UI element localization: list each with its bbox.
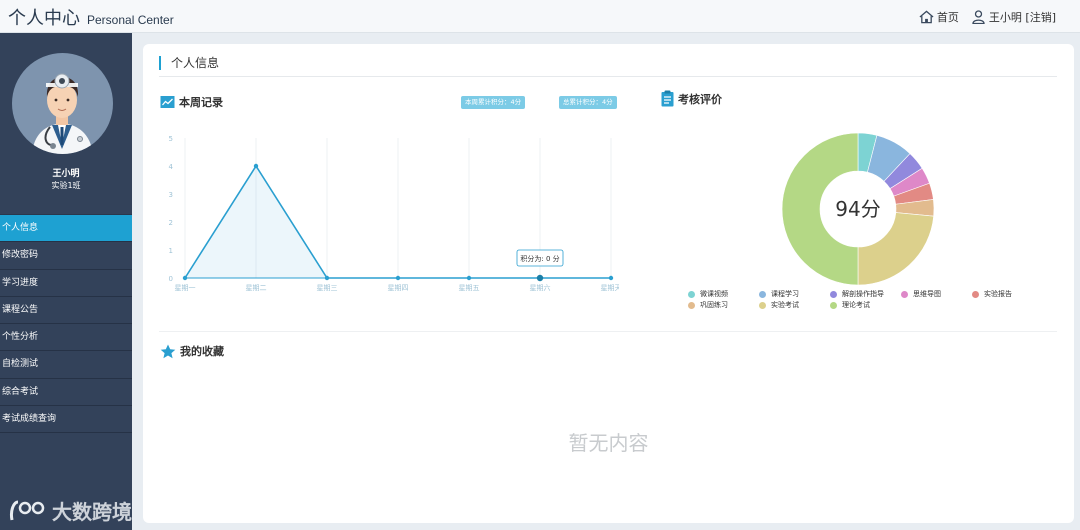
main-card: 个人信息 本周记录 本周累计积分：4分 总累计积分：4分 0 1 2 3 4 5 星期一 星期… <box>143 44 1074 523</box>
assessment-title: 考核评价 <box>678 92 722 106</box>
home-icon <box>919 10 934 24</box>
profile-name: 王小明 <box>52 169 80 179</box>
title-divider <box>159 76 1057 77</box>
legend-item[interactable]: 解剖操作指导 <box>830 289 884 299</box>
data-point <box>182 275 188 281</box>
sidebar-menu: 个人信息 修改密码 学习进度 课程公告 个性分析 自检测试 综合考试 考试成绩查… <box>0 214 132 434</box>
legend-label: 课程学习 <box>771 290 799 298</box>
watermark: 大数跨境 <box>8 496 132 525</box>
legend-item[interactable]: 思维导图 <box>901 289 941 299</box>
legend-swatch <box>688 301 695 309</box>
home-link[interactable]: 首页 <box>919 9 959 25</box>
x-tick-label: 星期一 <box>175 284 196 292</box>
y-tick-label: 3 <box>169 191 173 199</box>
favorites-header: 我的收藏 <box>160 343 224 359</box>
legend-swatch <box>759 301 766 309</box>
x-tick-label: 星期天 <box>601 284 620 292</box>
weekly-record-title: 本周记录 <box>179 96 223 109</box>
sidebar: 王小明 实验1班 个人信息 修改密码 学习进度 课程公告 个性分析 自检测试 综… <box>0 33 132 530</box>
sidebar-item-change-password[interactable]: 修改密码 <box>0 242 132 270</box>
donut-slice <box>857 212 934 286</box>
x-tick-label: 星期三 <box>317 284 338 292</box>
legend-swatch <box>830 290 837 298</box>
weekly-record-header: 本周记录 <box>160 94 223 110</box>
weekly-line-chart: 0 1 2 3 4 5 星期一 星期二 星期三 星期四 星期五 星期六 星期天 积分为: 0 分 <box>169 135 620 292</box>
profile-class: 实验1班 <box>51 181 81 190</box>
data-point <box>608 275 614 281</box>
page-subtitle: Personal Center <box>87 13 174 27</box>
legend-swatch <box>759 290 766 298</box>
data-point <box>536 274 544 282</box>
sidebar-item-comprehensive-exam[interactable]: 综合考试 <box>0 379 132 407</box>
legend-swatch <box>972 290 979 298</box>
top-bar: 个人中心 Personal Center 首页 王小明 [注销] <box>0 0 1080 33</box>
page-title: 个人中心 <box>8 8 80 29</box>
brand: 个人中心 Personal Center <box>8 4 174 30</box>
y-tick-label: 0 <box>169 275 173 283</box>
home-label: 首页 <box>936 11 959 24</box>
x-tick-label: 星期五 <box>459 284 480 292</box>
assessment-header: 考核评价 <box>661 90 722 107</box>
clipboard-icon <box>661 90 674 107</box>
legend-item[interactable]: 理论考试 <box>830 300 870 310</box>
section-title: 个人信息 <box>159 56 219 70</box>
legend-swatch <box>901 290 908 298</box>
data-point <box>466 275 472 281</box>
legend-item[interactable]: 实验考试 <box>759 300 799 310</box>
assessment-donut-chart: 94分 <box>781 132 935 286</box>
x-tick-label: 星期二 <box>246 284 267 292</box>
sidebar-item-course-notice[interactable]: 课程公告 <box>0 297 132 325</box>
user-menu[interactable]: 王小明 [注销] <box>971 9 1056 25</box>
avatar <box>12 53 113 154</box>
legend-item[interactable]: 实验报告 <box>972 289 1012 299</box>
data-point <box>324 275 330 281</box>
legend-label: 理论考试 <box>842 301 870 309</box>
star-icon <box>160 344 176 358</box>
user-icon <box>972 10 985 24</box>
sidebar-item-personal-analysis[interactable]: 个性分析 <box>0 324 132 352</box>
top-nav: 首页 王小明 [注销] <box>919 9 1056 25</box>
data-point <box>253 163 259 169</box>
calendar-chart-icon <box>160 96 175 108</box>
y-tick-label: 2 <box>169 219 173 227</box>
legend-label: 巩固练习 <box>700 301 728 309</box>
sidebar-item-personal-info[interactable]: 个人信息 <box>0 215 132 243</box>
y-tick-label: 1 <box>169 247 173 255</box>
legend-swatch <box>688 290 695 298</box>
legend-label: 实验报告 <box>984 290 1012 298</box>
data-point <box>395 275 401 281</box>
watermark-logo-icon <box>10 500 45 520</box>
legend-item[interactable]: 微课视频 <box>688 289 728 299</box>
sidebar-item-learning-progress[interactable]: 学习进度 <box>0 270 132 297</box>
y-tick-label: 4 <box>169 163 174 171</box>
watermark-text: 大数跨境 <box>52 500 132 524</box>
all-total-badge: 总累计积分：4分 <box>559 96 617 109</box>
favorites-title: 我的收藏 <box>180 345 224 358</box>
week-total-badge: 本周累计积分：4分 <box>461 96 526 109</box>
x-tick-label: 星期六 <box>530 283 551 292</box>
tooltip-text: 积分为: 0 分 <box>520 254 559 263</box>
legend-label: 思维导图 <box>913 290 941 298</box>
donut-center-label: 94分 <box>835 197 880 221</box>
legend-swatch <box>830 301 837 309</box>
x-tick-label: 星期四 <box>388 284 409 292</box>
empty-placeholder: 暂无内容 <box>568 431 649 455</box>
legend-label: 实验考试 <box>771 301 799 309</box>
y-tick-label: 5 <box>169 135 173 143</box>
user-label: 王小明 [注销] <box>988 11 1056 24</box>
section-divider <box>159 331 1057 332</box>
sidebar-item-self-test[interactable]: 自检测试 <box>0 351 132 379</box>
legend-item[interactable]: 课程学习 <box>759 289 799 299</box>
legend-item[interactable]: 巩固练习 <box>688 300 728 310</box>
legend-label: 解剖操作指导 <box>842 290 884 298</box>
legend-label: 微课视频 <box>700 290 728 298</box>
sidebar-item-exam-results[interactable]: 考试成绩查询 <box>0 406 132 434</box>
